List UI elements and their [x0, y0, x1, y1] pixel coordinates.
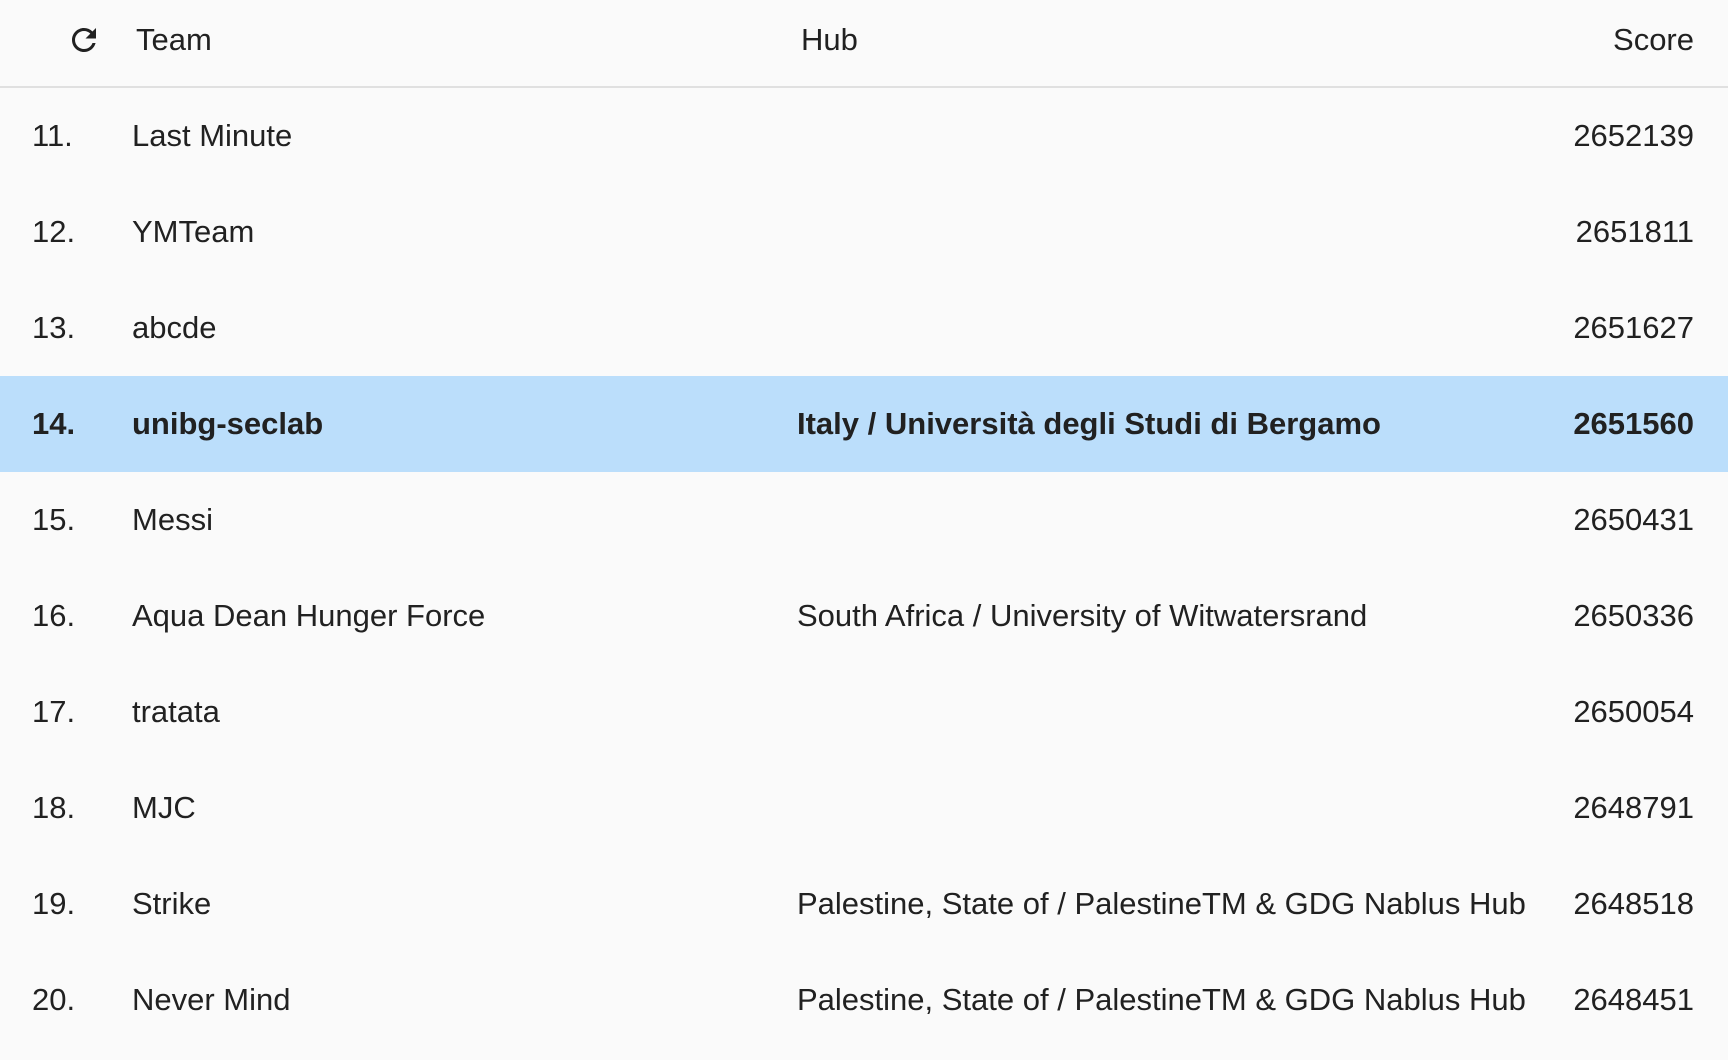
column-header-score[interactable]: Score — [1613, 20, 1694, 60]
team-name-cell: Strike — [132, 886, 212, 921]
team-name-cell: Last Minute — [132, 118, 293, 153]
score-cell: 2648518 — [1573, 886, 1694, 921]
hub-cell: South Africa / University of Witwatersra… — [797, 598, 1368, 633]
team-name-cell: Never Mind — [132, 982, 291, 1017]
score-cell: 2648791 — [1573, 790, 1694, 825]
rank-cell: 17. — [32, 694, 76, 729]
rank-cell: 20. — [32, 982, 76, 1017]
rank-cell: 19. — [32, 886, 76, 921]
column-header-team[interactable]: Team — [136, 20, 212, 60]
table-row[interactable]: 13. abcde 2651627 — [0, 280, 1728, 376]
rank-cell: 15. — [32, 502, 76, 537]
rank-cell: 11. — [32, 118, 73, 153]
team-name-cell: YMTeam — [132, 214, 255, 249]
rank-cell: 12. — [32, 214, 76, 249]
score-cell: 2650336 — [1573, 598, 1694, 633]
score-cell: 2650054 — [1573, 694, 1694, 729]
score-cell: 2651627 — [1573, 310, 1694, 345]
score-cell: 2650431 — [1573, 502, 1694, 537]
team-name-cell: Messi — [132, 502, 213, 537]
hub-cell: Italy / Università degli Studi di Bergam… — [797, 406, 1381, 441]
table-row[interactable]: 16. Aqua Dean Hunger Force South Africa … — [0, 568, 1728, 664]
team-name-cell: abcde — [132, 310, 217, 345]
rank-cell: 18. — [32, 790, 76, 825]
refresh-icon — [72, 27, 96, 52]
hub-cell: Palestine, State of / PalestineTM & GDG … — [797, 886, 1526, 921]
table-row-highlighted[interactable]: 14. unibg-seclab Italy / Università degl… — [0, 376, 1728, 472]
team-name-cell: unibg-seclab — [132, 406, 324, 441]
table-header: Team Hub Score — [0, 0, 1728, 88]
rank-cell: 16. — [32, 598, 76, 633]
table-row[interactable]: 19. Strike Palestine, State of / Palesti… — [0, 856, 1728, 952]
team-name-cell: MJC — [132, 790, 196, 825]
refresh-button[interactable] — [62, 18, 106, 62]
rank-cell: 13. — [32, 310, 76, 345]
table-row[interactable]: 20. Never Mind Palestine, State of / Pal… — [0, 952, 1728, 1048]
rank-cell: 14. — [32, 406, 76, 441]
table-row[interactable]: 18. MJC 2648791 — [0, 760, 1728, 856]
score-cell: 2652139 — [1573, 118, 1694, 153]
score-cell: 2648451 — [1573, 982, 1694, 1017]
table-body: 11. Last Minute 2652139 12. YMTeam 26518… — [0, 88, 1728, 1048]
table-row[interactable]: 12. YMTeam 2651811 — [0, 184, 1728, 280]
table-row[interactable]: 11. Last Minute 2652139 — [0, 88, 1728, 184]
team-name-cell: tratata — [132, 694, 220, 729]
leaderboard: Team Hub Score 11. Last Minute 2652139 1… — [0, 0, 1728, 1060]
score-cell: 2651811 — [1575, 214, 1694, 249]
hub-cell: Palestine, State of / PalestineTM & GDG … — [797, 982, 1526, 1017]
team-name-cell: Aqua Dean Hunger Force — [132, 598, 486, 633]
table-row[interactable]: 17. tratata 2650054 — [0, 664, 1728, 760]
score-cell: 2651560 — [1573, 406, 1694, 441]
column-header-hub[interactable]: Hub — [801, 20, 858, 60]
table-row[interactable]: 15. Messi 2650431 — [0, 472, 1728, 568]
